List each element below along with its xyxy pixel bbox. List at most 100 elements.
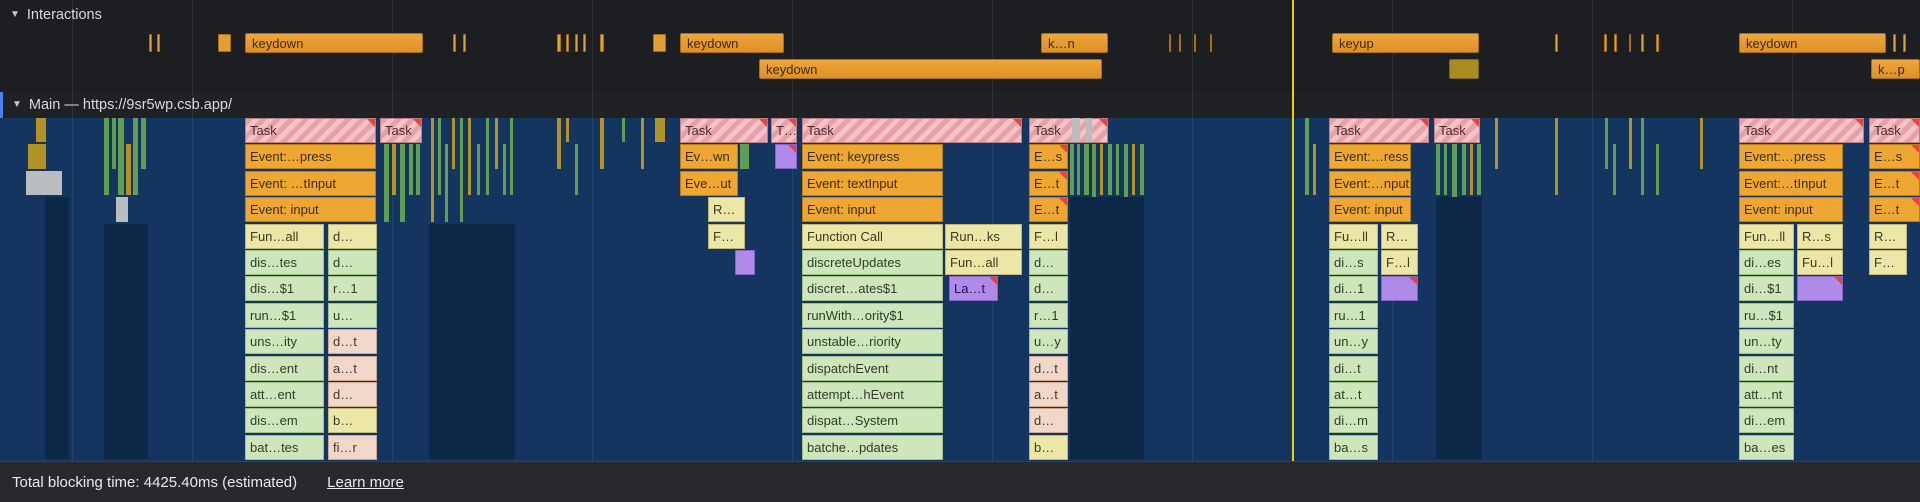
- interaction-tick[interactable]: [463, 34, 466, 52]
- flame-bar[interactable]: dis…tes: [245, 250, 324, 275]
- flame-sliver[interactable]: [116, 197, 128, 221]
- flame-sliver[interactable]: [1305, 118, 1309, 195]
- flame-sliver[interactable]: [1116, 144, 1119, 195]
- interaction-bar[interactable]: keydown: [1739, 33, 1886, 53]
- flame-bar[interactable]: batche…pdates: [802, 435, 943, 460]
- flame-bar[interactable]: fi…r: [328, 435, 377, 460]
- flame-sliver[interactable]: [468, 118, 471, 195]
- interaction-tick[interactable]: [1555, 34, 1558, 52]
- flame-bar[interactable]: d…t: [328, 329, 377, 354]
- flame-bar[interactable]: F…l: [1029, 224, 1068, 249]
- flame-bar[interactable]: att…nt: [1739, 382, 1794, 407]
- flame-bar[interactable]: ru…1: [1329, 303, 1378, 328]
- flame-bar[interactable]: Fu…l: [1797, 250, 1843, 275]
- flame-sliver[interactable]: [112, 118, 116, 169]
- flame-bar[interactable]: E…s: [1869, 144, 1920, 169]
- flame-sliver[interactable]: [1070, 144, 1074, 195]
- interaction-bar[interactable]: k…p: [1871, 59, 1920, 79]
- flame-sliver[interactable]: [141, 118, 146, 169]
- interaction-tick[interactable]: [453, 34, 456, 52]
- flame-sliver[interactable]: [1086, 118, 1092, 142]
- flame-bar[interactable]: Event: textInput: [802, 171, 943, 196]
- flame-bar[interactable]: uns…ity: [245, 329, 324, 354]
- flame-bar[interactable]: Task: [802, 118, 1022, 143]
- flame-bar[interactable]: E…s: [1029, 144, 1068, 169]
- interaction-tick[interactable]: [557, 34, 561, 52]
- interaction-tick[interactable]: [1641, 34, 1644, 52]
- flame-bar[interactable]: un…y: [1329, 329, 1378, 354]
- flame-bar[interactable]: Task: [245, 118, 376, 143]
- flame-bar[interactable]: Fun…all: [245, 224, 324, 249]
- interaction-bar[interactable]: keyup: [1332, 33, 1479, 53]
- flame-bar[interactable]: dis…$1: [245, 276, 324, 301]
- flame-bar[interactable]: Event: input: [245, 197, 376, 222]
- flame-bar[interactable]: Event:…nput: [1329, 171, 1411, 196]
- flame-bar[interactable]: ba…s: [1329, 435, 1378, 460]
- flame-bar[interactable]: runWith…ority$1: [802, 303, 943, 328]
- flame-bar[interactable]: Run…ks: [945, 224, 1022, 249]
- flame-bar[interactable]: d…t: [1029, 356, 1068, 381]
- flame-bar[interactable]: di…1: [1329, 276, 1378, 301]
- flame-bar[interactable]: a…t: [1029, 382, 1068, 407]
- flame-bar[interactable]: d…: [1029, 276, 1068, 301]
- interaction-tick[interactable]: [653, 34, 666, 52]
- flame-sliver[interactable]: [1613, 144, 1616, 195]
- flame-bar[interactable]: di…$1: [1739, 276, 1794, 301]
- interaction-tick[interactable]: [1169, 34, 1171, 52]
- flame-sliver[interactable]: [1700, 118, 1703, 169]
- flame-bar[interactable]: Event:…press: [1739, 144, 1843, 169]
- flame-sliver[interactable]: [1436, 144, 1440, 195]
- flame-bar[interactable]: [1797, 276, 1843, 301]
- flame-sliver[interactable]: [495, 118, 498, 169]
- interaction-tick[interactable]: [157, 34, 160, 52]
- flame-sliver[interactable]: [452, 118, 455, 169]
- flame-bar[interactable]: b…: [328, 408, 377, 433]
- flame-bar[interactable]: di…m: [1329, 408, 1378, 433]
- flame-sliver[interactable]: [400, 144, 405, 221]
- flame-bar[interactable]: d…: [328, 250, 377, 275]
- flame-sliver[interactable]: [1629, 118, 1632, 169]
- flame-sliver[interactable]: [409, 144, 413, 195]
- flame-sliver[interactable]: [557, 118, 561, 169]
- flame-bar[interactable]: [775, 144, 797, 169]
- flame-bar[interactable]: d…: [1029, 408, 1068, 433]
- flame-bar[interactable]: dispat…System: [802, 408, 943, 433]
- flame-bar[interactable]: E…t: [1869, 171, 1920, 196]
- flame-sliver[interactable]: [118, 118, 124, 195]
- flame-bar[interactable]: discreteUpdates: [802, 250, 943, 275]
- interaction-bar[interactable]: keydown: [759, 59, 1102, 79]
- flame-sliver[interactable]: [1656, 144, 1659, 195]
- flame-bar[interactable]: discret…ates$1: [802, 276, 943, 301]
- interaction-bar[interactable]: keydown: [245, 33, 423, 53]
- interaction-tick[interactable]: [1903, 34, 1906, 52]
- flame-sliver[interactable]: [566, 118, 569, 142]
- interaction-tick[interactable]: [1194, 34, 1196, 52]
- flame-bar[interactable]: [735, 250, 755, 275]
- main-track-header[interactable]: ▼ Main — https://9sr5wp.csb.app/: [0, 92, 1920, 119]
- flame-bar[interactable]: Task: [1434, 118, 1480, 143]
- flame-bar[interactable]: b…: [1029, 435, 1068, 460]
- flame-bar[interactable]: d…: [328, 224, 377, 249]
- flame-sliver[interactable]: [1140, 144, 1144, 195]
- flame-sliver[interactable]: [1495, 118, 1498, 169]
- flame-bar[interactable]: ba…es: [1739, 435, 1794, 460]
- flame-bar[interactable]: Ev…wn: [680, 144, 738, 169]
- interaction-tick[interactable]: [1614, 34, 1617, 52]
- interaction-tick[interactable]: [1893, 34, 1896, 52]
- flame-sliver[interactable]: [655, 118, 665, 142]
- flame-bar[interactable]: Task: [1029, 118, 1108, 143]
- flame-sliver[interactable]: [1555, 118, 1558, 195]
- flame-sliver[interactable]: [740, 144, 749, 168]
- interaction-tick[interactable]: [149, 34, 152, 52]
- flame-sliver[interactable]: [477, 144, 480, 195]
- flame-bar[interactable]: attempt…hEvent: [802, 382, 943, 407]
- interaction-tick[interactable]: [583, 34, 586, 52]
- flame-sliver[interactable]: [486, 118, 489, 195]
- flame-bar[interactable]: Eve…ut: [680, 171, 738, 196]
- flame-bar[interactable]: r…1: [328, 276, 377, 301]
- flame-bar[interactable]: Fu…ll: [1329, 224, 1378, 249]
- flame-bar[interactable]: E…t: [1029, 197, 1068, 222]
- flame-bar[interactable]: [1381, 276, 1418, 301]
- interaction-bar[interactable]: keydown: [680, 33, 784, 53]
- flame-bar[interactable]: un…ty: [1739, 329, 1794, 354]
